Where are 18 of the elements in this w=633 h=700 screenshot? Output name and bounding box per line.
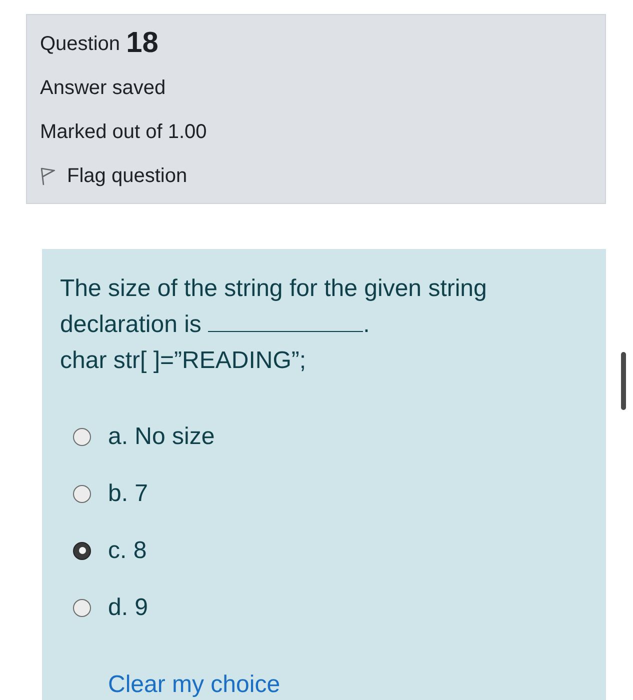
answer-state: Answer saved: [40, 76, 166, 101]
option-label: c. 8: [108, 536, 147, 566]
radio-button[interactable]: [73, 598, 91, 616]
radio-button[interactable]: [73, 542, 91, 560]
flag-question-link[interactable]: Flag question: [40, 161, 188, 191]
clear-choice-link[interactable]: Clear my choice: [108, 671, 280, 698]
flag-icon: [40, 166, 55, 186]
scrollbar[interactable]: [621, 352, 626, 410]
code-text: char str[ ]=”READING”;: [60, 347, 306, 374]
question-text: The size of the string for the given string declaration is .: [60, 274, 488, 340]
option-label: b. 7: [108, 478, 148, 508]
question-number: 18: [126, 26, 158, 62]
grade-text: Marked out of 1.00: [40, 120, 207, 145]
option-label: a. No size: [108, 422, 215, 452]
option-label: d. 9: [108, 592, 148, 622]
question-label: Question: [40, 32, 120, 57]
radio-button[interactable]: [73, 428, 91, 446]
radio-button[interactable]: [73, 484, 91, 502]
